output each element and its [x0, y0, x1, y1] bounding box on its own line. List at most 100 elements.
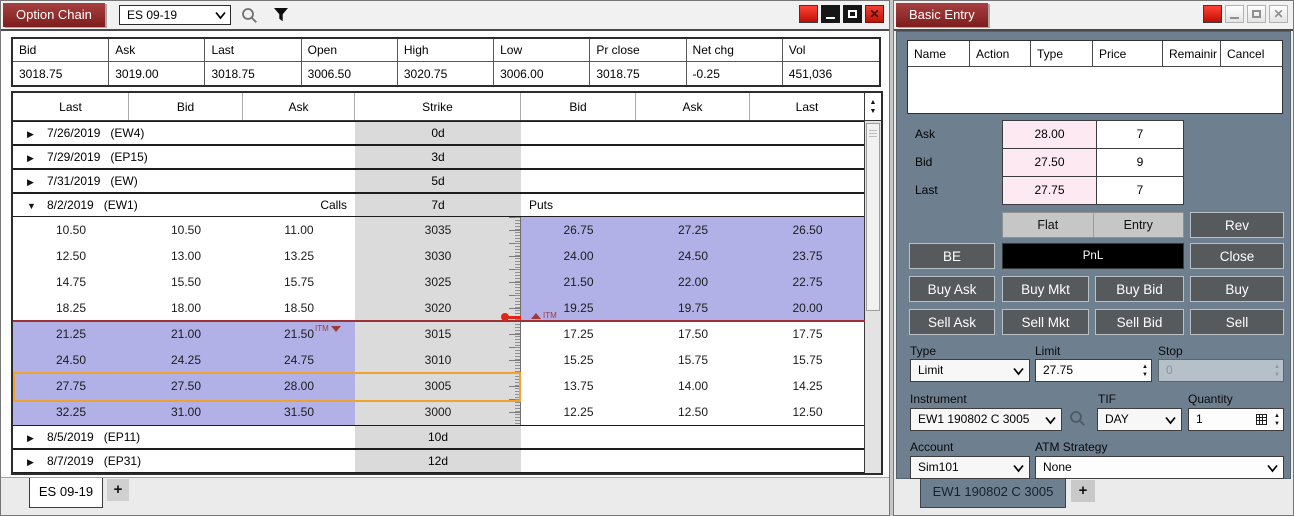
- vertical-scrollbar[interactable]: [864, 93, 881, 473]
- put-last-cell[interactable]: 23.75: [750, 243, 865, 269]
- close-position-button[interactable]: Close: [1190, 243, 1284, 269]
- ask-price-cell[interactable]: 28.00: [1002, 120, 1097, 149]
- call-ask-cell[interactable]: 15.75: [243, 269, 355, 295]
- limit-price-input[interactable]: 27.75: [1035, 359, 1152, 382]
- stepper-arrows[interactable]: [1274, 409, 1280, 430]
- atm-strategy-select[interactable]: None: [1035, 456, 1284, 479]
- option-row[interactable]: 21.2521.0021.50301517.2517.5017.75: [13, 321, 865, 347]
- sell-bid-button[interactable]: Sell Bid: [1095, 309, 1184, 335]
- ask-size-cell[interactable]: 7: [1096, 120, 1184, 149]
- put-last-cell[interactable]: 14.25: [750, 373, 865, 399]
- call-bid-cell[interactable]: 13.00: [129, 243, 243, 269]
- chain-header-call-last[interactable]: Last: [13, 93, 129, 120]
- orders-header-remaining[interactable]: Remainir: [1163, 41, 1221, 67]
- up-arrow-icon[interactable]: [1274, 413, 1280, 419]
- down-arrow-icon[interactable]: [870, 108, 877, 115]
- put-ask-cell[interactable]: 14.00: [636, 373, 750, 399]
- option-row[interactable]: 14.7515.5015.75302521.5022.0022.75: [13, 269, 865, 295]
- order-type-select[interactable]: Limit: [910, 359, 1030, 382]
- call-last-cell[interactable]: 14.75: [13, 269, 129, 295]
- expiry-row[interactable]: 7/26/2019(EW4)0d: [13, 121, 865, 145]
- call-bid-cell[interactable]: 18.00: [129, 295, 243, 321]
- put-ask-cell[interactable]: 19.75: [636, 295, 750, 321]
- row-spinner[interactable]: [865, 93, 881, 121]
- option-row[interactable]: 12.5013.0013.25303024.0024.5023.75: [13, 243, 865, 269]
- collapse-icon[interactable]: [27, 194, 36, 217]
- expand-icon[interactable]: [27, 146, 34, 169]
- option-row[interactable]: 18.2518.0018.50302019.2519.7520.00: [13, 295, 865, 321]
- put-last-cell[interactable]: 12.50: [750, 399, 865, 425]
- buy-bid-button[interactable]: Buy Bid: [1095, 276, 1184, 302]
- scrollbar-thumb[interactable]: [866, 123, 880, 311]
- call-last-cell[interactable]: 10.50: [13, 217, 129, 243]
- put-bid-cell[interactable]: 17.25: [521, 321, 636, 347]
- orders-header-action[interactable]: Action: [970, 41, 1031, 67]
- quantity-input[interactable]: 1: [1188, 408, 1284, 431]
- reverse-button[interactable]: Rev: [1190, 212, 1284, 238]
- chain-header-put-bid[interactable]: Bid: [521, 93, 636, 120]
- expand-icon[interactable]: [27, 426, 34, 449]
- breakeven-button[interactable]: BE: [909, 243, 995, 269]
- sell-button[interactable]: Sell: [1190, 309, 1284, 335]
- call-last-cell[interactable]: 18.25: [13, 295, 129, 321]
- put-bid-cell[interactable]: 21.50: [521, 269, 636, 295]
- call-ask-cell[interactable]: 24.75: [243, 347, 355, 373]
- minimize-button[interactable]: [1225, 5, 1244, 23]
- put-last-cell[interactable]: 17.75: [750, 321, 865, 347]
- put-ask-cell[interactable]: 24.50: [636, 243, 750, 269]
- call-last-cell[interactable]: 27.75: [13, 373, 129, 399]
- chain-header-put-ask[interactable]: Ask: [636, 93, 750, 120]
- option-row[interactable]: 24.5024.2524.75301015.2515.7515.75: [13, 347, 865, 373]
- put-bid-cell[interactable]: 24.00: [521, 243, 636, 269]
- last-price-cell[interactable]: 27.75: [1002, 176, 1097, 205]
- tab-ew1-190802-c-3005[interactable]: EW1 190802 C 3005: [920, 479, 1066, 508]
- call-last-cell[interactable]: 21.25: [13, 321, 129, 347]
- call-bid-cell[interactable]: 31.00: [129, 399, 243, 425]
- expiry-row[interactable]: 7/31/2019(EW)5d: [13, 169, 865, 193]
- put-bid-cell[interactable]: 15.25: [521, 347, 636, 373]
- put-ask-cell[interactable]: 17.50: [636, 321, 750, 347]
- expiry-row[interactable]: 8/5/2019(EP11)10d: [13, 425, 865, 449]
- put-last-cell[interactable]: 26.50: [750, 217, 865, 243]
- flat-button[interactable]: Flat: [1003, 213, 1094, 237]
- call-bid-cell[interactable]: 24.25: [129, 347, 243, 373]
- orders-header-price[interactable]: Price: [1093, 41, 1163, 67]
- entry-button[interactable]: Entry: [1094, 213, 1184, 237]
- chain-header-put-last[interactable]: Last: [750, 93, 865, 120]
- orders-header-name[interactable]: Name: [908, 41, 970, 67]
- up-arrow-icon[interactable]: [1142, 364, 1148, 370]
- orders-header-cancel[interactable]: Cancel: [1221, 41, 1282, 67]
- option-row[interactable]: 32.2531.0031.50300012.2512.5012.50: [13, 399, 865, 425]
- put-bid-cell[interactable]: 26.75: [521, 217, 636, 243]
- put-last-cell[interactable]: 20.00: [750, 295, 865, 321]
- put-ask-cell[interactable]: 22.00: [636, 269, 750, 295]
- call-ask-cell[interactable]: 13.25: [243, 243, 355, 269]
- expiry-row[interactable]: 8/7/2019(EP31)12d: [13, 449, 865, 473]
- sell-mkt-button[interactable]: Sell Mkt: [1002, 309, 1089, 335]
- call-bid-cell[interactable]: 10.50: [129, 217, 243, 243]
- add-tab-button[interactable]: +: [1071, 480, 1095, 502]
- instrument-select[interactable]: EW1 190802 C 3005: [910, 408, 1062, 431]
- instrument-selector[interactable]: ES 09-19: [119, 5, 231, 25]
- tif-select[interactable]: DAY: [1097, 408, 1182, 431]
- call-bid-cell[interactable]: 15.50: [129, 269, 243, 295]
- bid-price-cell[interactable]: 27.50: [1002, 148, 1097, 177]
- orders-header-type[interactable]: Type: [1031, 41, 1093, 67]
- stepper-arrows[interactable]: [1142, 360, 1148, 381]
- minimize-button[interactable]: [821, 5, 840, 23]
- expand-icon[interactable]: [27, 170, 34, 193]
- close-button[interactable]: [865, 5, 884, 23]
- filter-icon[interactable]: [272, 6, 290, 24]
- bid-size-cell[interactable]: 9: [1096, 148, 1184, 177]
- call-ask-cell[interactable]: 28.00: [243, 373, 355, 399]
- call-last-cell[interactable]: 12.50: [13, 243, 129, 269]
- down-arrow-icon[interactable]: [1142, 372, 1148, 378]
- last-size-cell[interactable]: 7: [1096, 176, 1184, 205]
- put-last-cell[interactable]: 22.75: [750, 269, 865, 295]
- option-row[interactable]: 27.7527.5028.00300513.7514.0014.25: [13, 373, 865, 399]
- put-ask-cell[interactable]: 15.75: [636, 347, 750, 373]
- link-indicator-button[interactable]: [799, 5, 818, 23]
- put-bid-cell[interactable]: 13.75: [521, 373, 636, 399]
- put-ask-cell[interactable]: 12.50: [636, 399, 750, 425]
- call-bid-cell[interactable]: 27.50: [129, 373, 243, 399]
